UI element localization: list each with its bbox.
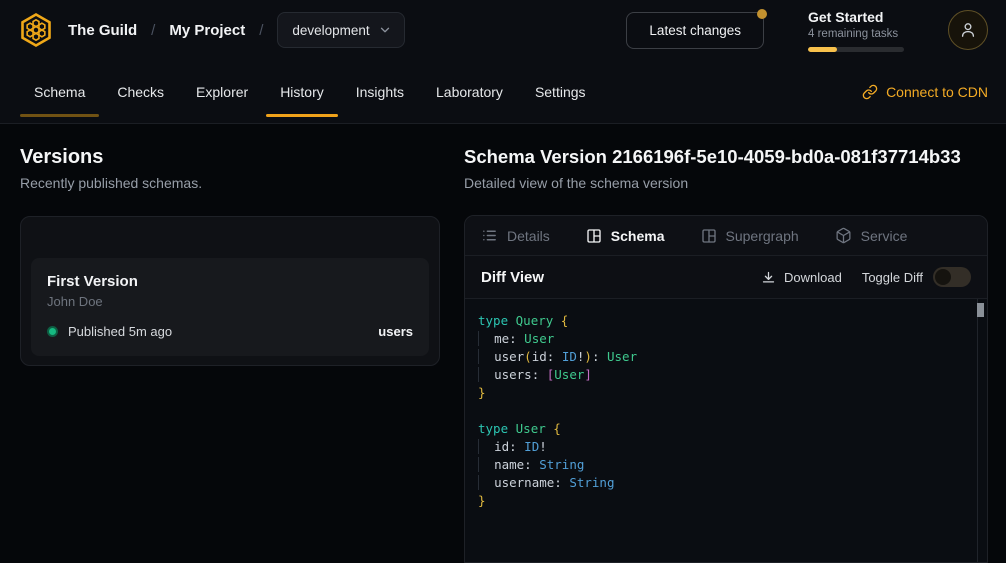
detail-tab-details[interactable]: Details bbox=[481, 227, 550, 244]
detail-tab-service[interactable]: Service bbox=[835, 227, 908, 244]
nav-tab-checks[interactable]: Checks bbox=[101, 60, 180, 123]
breadcrumb: The Guild / My Project / bbox=[68, 22, 263, 39]
versions-title: Versions bbox=[20, 146, 440, 168]
columns-icon bbox=[586, 228, 602, 244]
get-started-progress bbox=[808, 47, 904, 52]
scrollbar-thumb[interactable] bbox=[977, 303, 984, 317]
breadcrumb-separator: / bbox=[259, 22, 263, 39]
download-button[interactable]: Download bbox=[761, 270, 842, 285]
nav-tabs: Schema Checks Explorer History Insights … bbox=[18, 60, 602, 123]
detail-tabs: Details Schema Supergraph bbox=[465, 216, 987, 256]
version-detail-panel: Schema Version 2166196f-5e10-4059-bd0a-0… bbox=[464, 124, 988, 563]
top-band: The Guild / My Project / development Lat… bbox=[0, 0, 1006, 124]
code-block: type Query { me: User user(id: ID!): Use… bbox=[478, 312, 963, 510]
notification-dot bbox=[757, 9, 767, 19]
breadcrumb-project[interactable]: My Project bbox=[169, 22, 245, 39]
diff-actions: Download Toggle Diff bbox=[761, 267, 971, 287]
versions-list-card: First Version John Doe Published 5m ago … bbox=[20, 216, 440, 366]
nav-tab-insights[interactable]: Insights bbox=[340, 60, 420, 123]
detail-tab-schema[interactable]: Schema bbox=[586, 228, 665, 244]
versions-subtitle: Recently published schemas. bbox=[20, 175, 440, 191]
nav-tab-explorer[interactable]: Explorer bbox=[180, 60, 264, 123]
person-icon bbox=[958, 20, 978, 40]
toggle-knob bbox=[935, 269, 951, 285]
hive-logo-icon[interactable] bbox=[18, 12, 54, 48]
version-status: Published 5m ago bbox=[68, 324, 172, 339]
topbar-right: Latest changes Get Started 4 remaining t… bbox=[626, 9, 988, 52]
version-service-badge: users bbox=[378, 324, 413, 339]
scrollbar-track bbox=[977, 299, 983, 562]
get-started-progress-fill bbox=[808, 47, 837, 52]
nav-tab-schema[interactable]: Schema bbox=[18, 60, 101, 123]
get-started-widget[interactable]: Get Started 4 remaining tasks bbox=[808, 9, 904, 52]
app-screen: The Guild / My Project / development Lat… bbox=[0, 0, 1006, 563]
toggle-diff-switch[interactable] bbox=[933, 267, 971, 287]
target-select-dropdown[interactable]: development bbox=[277, 12, 404, 48]
breadcrumb-org[interactable]: The Guild bbox=[68, 22, 137, 39]
version-status-row: Published 5m ago users bbox=[47, 324, 413, 339]
nav-tab-laboratory[interactable]: Laboratory bbox=[420, 60, 519, 123]
versions-panel: Versions Recently published schemas. Fir… bbox=[20, 124, 440, 366]
cube-icon bbox=[835, 227, 852, 244]
published-status-dot bbox=[47, 326, 58, 337]
list-icon bbox=[481, 227, 498, 244]
schema-code-viewer[interactable]: type Query { me: User user(id: ID!): Use… bbox=[465, 299, 987, 562]
detail-tab-supergraph[interactable]: Supergraph bbox=[701, 228, 799, 244]
chevron-down-icon bbox=[378, 23, 392, 37]
toggle-diff-control: Toggle Diff bbox=[862, 267, 971, 287]
diff-view-header: Diff View Download Toggle Diff bbox=[465, 256, 987, 299]
topbar: The Guild / My Project / development Lat… bbox=[0, 0, 1006, 60]
version-list-item[interactable]: First Version John Doe Published 5m ago … bbox=[31, 258, 429, 356]
version-detail-title: Schema Version 2166196f-5e10-4059-bd0a-0… bbox=[464, 146, 988, 168]
target-select-value: development bbox=[292, 23, 369, 38]
connect-to-cdn-link[interactable]: Connect to CDN bbox=[862, 60, 988, 123]
link-icon bbox=[862, 84, 878, 100]
nav-tab-settings[interactable]: Settings bbox=[519, 60, 602, 123]
version-detail-subtitle: Detailed view of the schema version bbox=[464, 175, 988, 191]
main-nav: Schema Checks Explorer History Insights … bbox=[0, 60, 1006, 123]
breadcrumb-separator: / bbox=[151, 22, 155, 39]
version-author: John Doe bbox=[47, 294, 413, 309]
latest-changes-button[interactable]: Latest changes bbox=[626, 12, 764, 49]
version-name: First Version bbox=[47, 273, 413, 290]
user-avatar[interactable] bbox=[948, 10, 988, 50]
nav-tab-history[interactable]: History bbox=[264, 60, 340, 123]
toggle-diff-label: Toggle Diff bbox=[862, 270, 923, 285]
schema-detail-card: Details Schema Supergraph bbox=[464, 215, 988, 563]
get-started-subtitle: 4 remaining tasks bbox=[808, 27, 904, 41]
diff-view-title: Diff View bbox=[481, 269, 544, 286]
get-started-title: Get Started bbox=[808, 9, 904, 25]
download-icon bbox=[761, 270, 776, 285]
columns-icon bbox=[701, 228, 717, 244]
